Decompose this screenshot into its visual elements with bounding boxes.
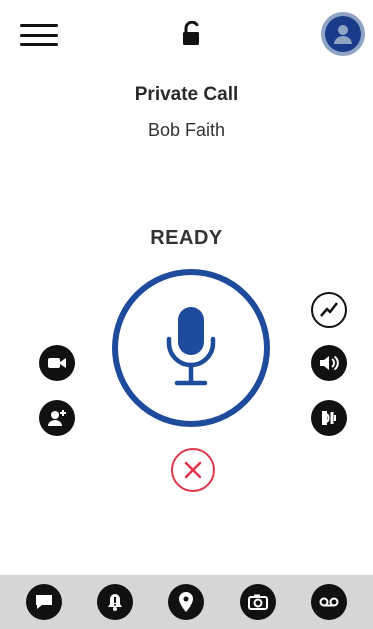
chat-button[interactable]	[25, 584, 62, 620]
camera-button[interactable]	[239, 584, 276, 620]
microphone-icon	[166, 307, 216, 386]
avatar	[325, 16, 361, 52]
location-button[interactable]	[168, 584, 205, 620]
call-status: READY	[150, 227, 223, 249]
speaker-volume-icon	[320, 355, 339, 371]
menu-line	[20, 24, 58, 27]
earpiece-icon	[322, 411, 336, 425]
earpiece-button[interactable]	[311, 400, 347, 436]
person-icon	[334, 25, 352, 44]
contact-name: Bob Faith	[147, 120, 226, 140]
alert-bell-icon	[108, 594, 123, 611]
ptt-call-screen: Private Call Bob Faith READY	[0, 0, 373, 629]
chat-bubble-icon	[35, 595, 52, 609]
video-camera-icon	[48, 358, 66, 368]
add-contact-button[interactable]	[39, 400, 75, 436]
user-avatar-icon[interactable]	[321, 12, 365, 56]
call-type-label: Private Call	[134, 84, 239, 105]
menu-line	[20, 43, 58, 46]
voicemail-button[interactable]	[311, 584, 348, 620]
close-x-icon	[184, 461, 202, 479]
signal-stats-button[interactable]	[311, 292, 347, 328]
camera-icon	[247, 594, 268, 610]
hamburger-menu-icon[interactable]	[20, 20, 58, 50]
bottom-toolbar	[0, 575, 373, 629]
video-call-button[interactable]	[39, 345, 75, 381]
speaker-button[interactable]	[311, 345, 347, 381]
menu-line	[20, 33, 58, 37]
add-contact-icon	[48, 410, 66, 426]
alert-button[interactable]	[97, 584, 134, 620]
end-call-button[interactable]	[171, 448, 215, 492]
unlocked-padlock-icon[interactable]	[181, 21, 203, 47]
signal-trend-icon	[320, 302, 338, 317]
location-pin-icon	[179, 592, 194, 612]
voicemail-icon	[319, 597, 339, 607]
push-to-talk-button[interactable]	[112, 269, 270, 427]
